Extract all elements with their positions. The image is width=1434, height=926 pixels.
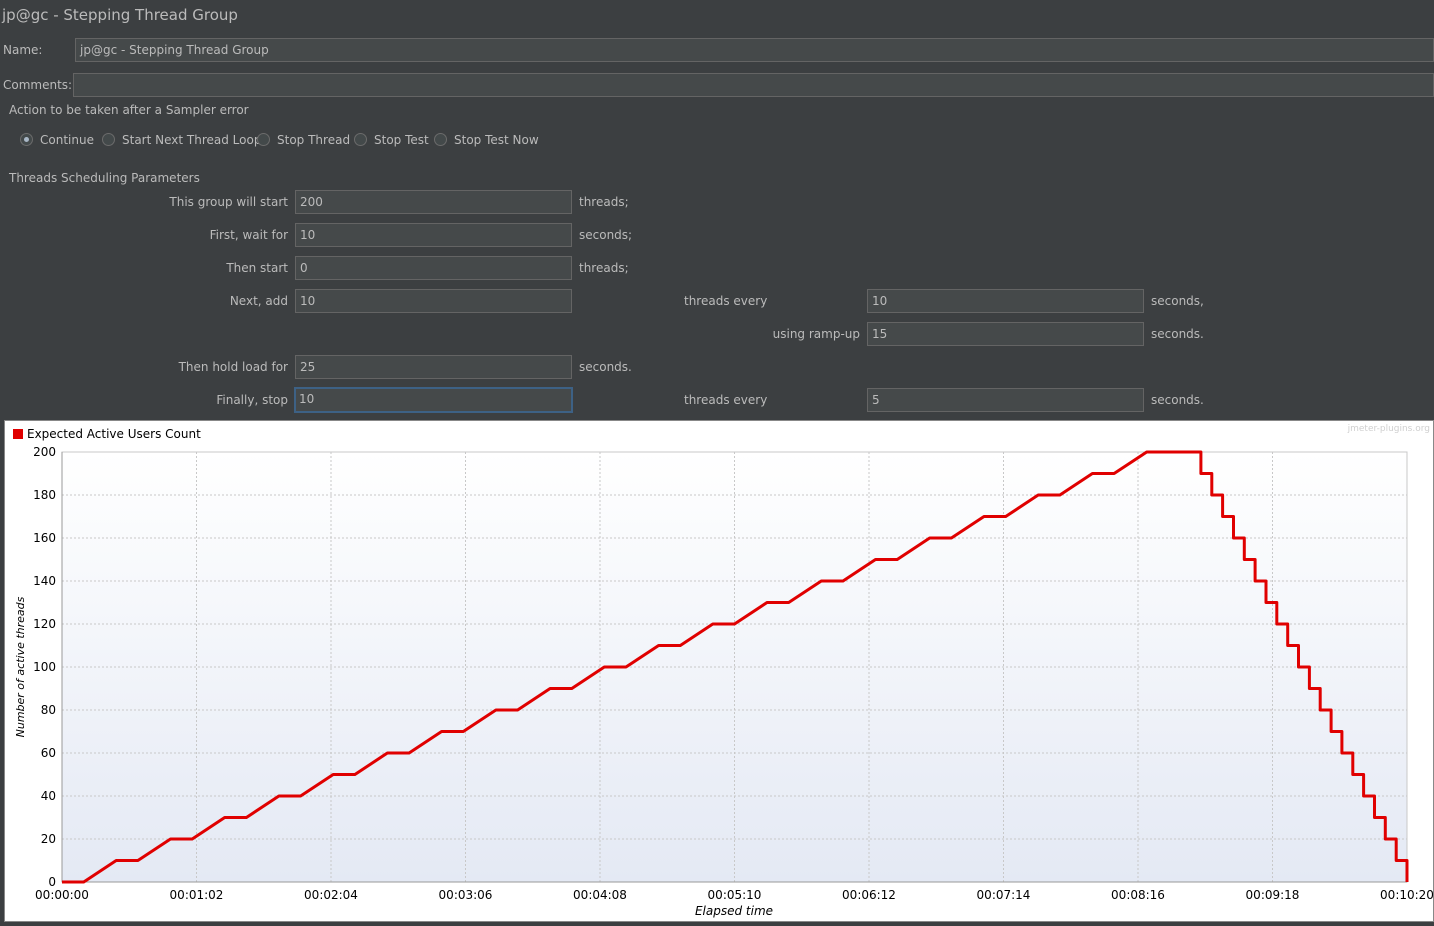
y-axis-title: Number of active threads [14,596,27,737]
start-threads-unit: threads; [579,195,629,209]
radio-continue-label[interactable]: Continue [40,133,94,147]
x-tick-label: 00:04:08 [573,888,627,902]
x-tick-label: 00:00:00 [35,888,89,902]
next-add-field[interactable]: 10 [295,289,572,313]
finally-stop-label: Finally, stop [216,393,288,407]
x-tick-label: 00:02:04 [304,888,358,902]
radio-start-next-thread-loop[interactable] [102,133,115,146]
stop-every-label: threads every [684,393,768,407]
name-label: Name: [3,43,43,57]
then-start-unit: threads; [579,261,629,275]
x-tick-label: 00:01:02 [170,888,224,902]
x-tick-label: 00:10:20 [1380,888,1433,902]
initial-delay-label: First, wait for [209,228,288,242]
then-start-field[interactable]: 0 [295,256,572,280]
y-tick-label: 160 [33,531,56,545]
y-tick-label: 140 [33,574,56,588]
y-tick-label: 60 [41,746,56,760]
rampup-unit: seconds. [1151,327,1204,341]
window-title: jp@gc - Stepping Thread Group [2,6,238,24]
radio-stop-test-now[interactable] [434,133,447,146]
rampup-field[interactable]: 15 [867,322,1144,346]
start-threads-label: This group will start [169,195,288,209]
next-add-every-field[interactable]: 10 [867,289,1144,313]
next-add-label: Next, add [229,294,288,308]
y-tick-label: 20 [41,832,56,846]
y-tick-label: 180 [33,488,56,502]
y-tick-label: 40 [41,789,56,803]
y-tick-label: 80 [41,703,56,717]
x-tick-label: 00:03:06 [439,888,493,902]
radio-stop-thread-label[interactable]: Stop Thread [277,133,350,147]
y-tick-label: 0 [48,875,56,889]
scheduling-title: Threads Scheduling Parameters [9,171,200,185]
next-add-every-label: threads every [684,294,768,308]
initial-delay-field[interactable]: 10 [295,223,572,247]
radio-stop-test-now-label[interactable]: Stop Test Now [454,133,539,147]
initial-delay-unit: seconds; [579,228,633,242]
x-tick-label: 00:05:10 [708,888,762,902]
watermark: jmeter-plugins.org [1347,424,1430,434]
then-start-label: Then start [226,261,288,275]
finally-stop-field[interactable]: 10 [294,387,573,413]
x-tick-label: 00:07:14 [977,888,1031,902]
y-tick-label: 100 [33,660,56,674]
stop-every-unit: seconds. [1151,393,1204,407]
chart-svg: 0 20 40 60 80 100 120 140 160 180 200 00:00:00 00:0… [13,424,1434,918]
expected-users-chart: 0 20 40 60 80 100 120 140 160 180 200 00:00:00 00:0… [4,420,1434,922]
y-tick-label: 120 [33,617,56,631]
rampup-label: using ramp-up [772,327,860,341]
x-tick-label: 00:09:18 [1246,888,1300,902]
radio-continue[interactable] [20,133,33,146]
stop-every-field[interactable]: 5 [867,388,1144,412]
comments-field[interactable] [73,73,1434,97]
name-field[interactable]: jp@gc - Stepping Thread Group [75,38,1434,62]
x-tick-label: 00:08:16 [1111,888,1165,902]
radio-stop-thread[interactable] [257,133,270,146]
legend-label: Expected Active Users Count [27,427,201,441]
x-axis-title: Elapsed time [695,904,773,918]
radio-stop-test[interactable] [354,133,367,146]
start-threads-field[interactable]: 200 [295,190,572,214]
radio-stop-test-label[interactable]: Stop Test [374,133,429,147]
hold-load-field[interactable]: 25 [295,355,572,379]
y-tick-label: 200 [33,445,56,459]
hold-load-label: Then hold load for [178,360,288,374]
comments-label: Comments: [3,78,73,92]
hold-load-unit: seconds. [579,360,632,374]
legend-swatch [13,429,23,439]
next-add-every-unit: seconds, [1151,294,1204,308]
sampler-error-title: Action to be taken after a Sampler error [9,103,249,117]
x-tick-label: 00:06:12 [842,888,896,902]
radio-start-next-thread-loop-label[interactable]: Start Next Thread Loop [122,133,261,147]
